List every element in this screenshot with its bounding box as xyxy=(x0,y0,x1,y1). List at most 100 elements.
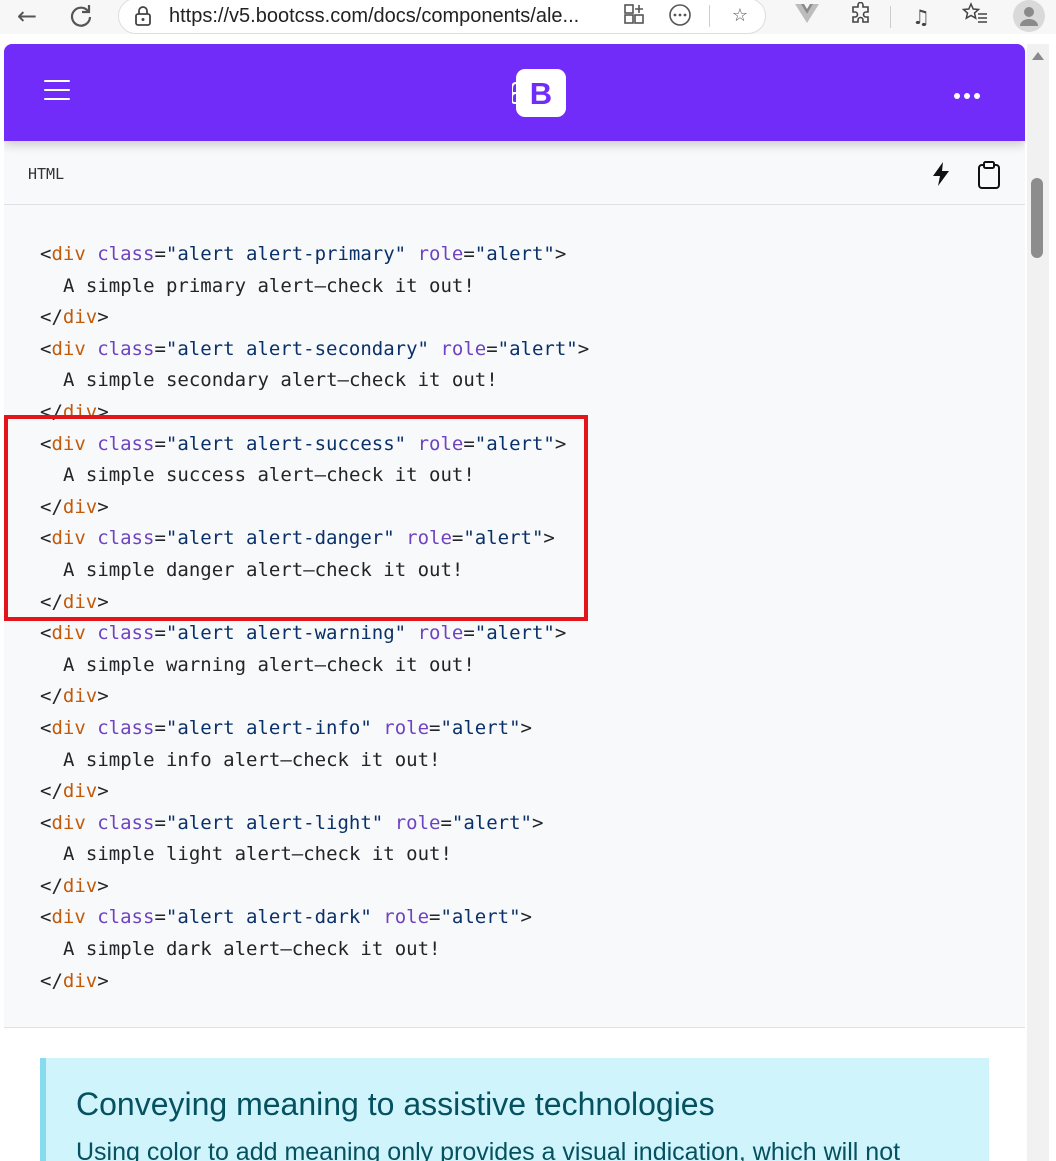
code-punctuation: </ xyxy=(40,685,63,708)
code-attribute-name: class xyxy=(97,337,155,360)
code-punctuation: > xyxy=(97,306,109,329)
copy-clipboard-icon[interactable] xyxy=(976,161,1002,189)
code-attribute-value: "alert alert-warning" xyxy=(165,622,407,645)
code-punctuation: = xyxy=(154,906,166,929)
code-punctuation: < xyxy=(40,811,52,834)
code-punctuation: = xyxy=(154,622,166,645)
code-punctuation: > xyxy=(97,874,109,897)
code-line: A simple primary alert—check it out! xyxy=(40,271,589,303)
code-attribute-name: role xyxy=(383,716,430,739)
code-attribute-name: role xyxy=(417,622,464,645)
reload-icon[interactable] xyxy=(66,2,96,30)
code-tag-name: div xyxy=(51,622,86,645)
code-attribute-name: role xyxy=(417,243,464,265)
code-text-content: A simple primary alert—check it out! xyxy=(63,274,475,297)
code-punctuation: = xyxy=(154,716,166,739)
callout-title: Conveying meaning to assistive technolog… xyxy=(76,1086,715,1122)
code-attribute-value: "alert" xyxy=(440,716,521,739)
code-tag-name: div xyxy=(62,780,98,803)
address-separator xyxy=(709,5,710,27)
back-arrow-icon[interactable]: ← xyxy=(12,2,42,30)
favorite-star-icon[interactable]: ☆ xyxy=(727,3,753,29)
code-attribute-value: "alert alert-secondary" xyxy=(165,337,429,360)
code-line: <div class="alert alert-primary" role="a… xyxy=(40,239,589,271)
code-attribute-name: class xyxy=(97,811,155,834)
code-text-content: A simple dark alert—check it out! xyxy=(63,938,441,961)
code-punctuation: < xyxy=(40,243,52,265)
extensions-puzzle-icon[interactable] xyxy=(846,1,876,32)
code-line: </div> xyxy=(40,776,589,808)
code-attribute-value: "alert alert-dark" xyxy=(165,906,372,929)
bootstrap-navbar: B xyxy=(4,44,1025,141)
code-punctuation: > xyxy=(97,780,109,803)
code-line: A simple dark alert—check it out! xyxy=(40,934,589,966)
code-punctuation: > xyxy=(577,337,590,360)
app-grid-icon[interactable] xyxy=(621,3,647,29)
code-line: A simple secondary alert—check it out! xyxy=(40,365,589,397)
code-punctuation: </ xyxy=(40,969,63,992)
code-attribute-name: class xyxy=(97,622,155,645)
code-attribute-value: "alert" xyxy=(451,811,532,834)
red-highlight-box xyxy=(4,415,588,621)
code-text-content: A simple secondary alert—check it out! xyxy=(63,369,498,392)
scroll-up-arrow-icon[interactable] xyxy=(1032,52,1044,60)
code-tag-name: div xyxy=(51,906,86,929)
code-text-content: A simple warning alert—check it out! xyxy=(63,653,475,676)
bootstrap-logo[interactable]: B xyxy=(511,69,570,117)
code-language-label: HTML xyxy=(28,165,65,183)
vertical-scrollbar[interactable] xyxy=(1027,44,1049,1161)
code-punctuation: < xyxy=(40,337,52,360)
code-tag-name: div xyxy=(51,716,86,739)
code-attribute-value: "alert alert-primary" xyxy=(165,243,407,265)
code-attribute-value: "alert" xyxy=(474,243,555,265)
code-tag-name: div xyxy=(51,337,86,360)
code-punctuation: = xyxy=(463,243,475,265)
code-punctuation: = xyxy=(154,243,166,265)
address-bar[interactable]: https://v5.bootcss.com/docs/components/a… xyxy=(118,0,766,34)
more-options-circle-icon[interactable] xyxy=(667,3,693,29)
vue-devtools-icon[interactable] xyxy=(792,2,822,32)
code-line: </div> xyxy=(40,966,589,998)
scroll-thumb[interactable] xyxy=(1031,178,1043,258)
profile-avatar-icon[interactable] xyxy=(1013,0,1045,32)
code-line: <div class="alert alert-info" role="aler… xyxy=(40,713,589,745)
code-attribute-value: "alert alert-light" xyxy=(165,811,384,834)
code-text-content: A simple info alert—check it out! xyxy=(63,748,441,771)
logo-letter: B xyxy=(530,76,552,111)
code-punctuation: </ xyxy=(40,306,63,329)
code-punctuation: > xyxy=(520,716,532,739)
edit-lightning-icon[interactable] xyxy=(928,161,954,187)
code-punctuation: = xyxy=(440,811,452,834)
code-punctuation: = xyxy=(154,811,166,834)
code-punctuation: > xyxy=(554,243,567,265)
code-punctuation: < xyxy=(40,906,52,929)
code-line: A simple warning alert—check it out! xyxy=(40,650,589,682)
code-attribute-name: class xyxy=(97,243,155,265)
code-attribute-name: role xyxy=(440,337,487,360)
favorites-list-icon[interactable] xyxy=(960,2,990,32)
lock-icon[interactable] xyxy=(133,5,153,26)
code-punctuation: </ xyxy=(40,874,63,897)
code-line: <div class="alert alert-secondary" role=… xyxy=(40,334,589,366)
code-attribute-value: "alert" xyxy=(474,622,555,645)
code-line: A simple light alert—check it out! xyxy=(40,839,589,871)
media-control-icon[interactable]: ♫ xyxy=(906,2,936,32)
code-punctuation: < xyxy=(40,622,52,645)
code-punctuation: < xyxy=(40,716,52,739)
code-punctuation: = xyxy=(486,337,498,360)
code-punctuation: > xyxy=(97,969,109,992)
code-tag-name: div xyxy=(62,874,98,897)
code-line: </div> xyxy=(40,681,589,713)
code-tag-name: div xyxy=(51,811,86,834)
code-block-header: HTML xyxy=(4,141,1025,205)
code-line: <div class="alert alert-light" role="ale… xyxy=(40,808,589,840)
code-attribute-name: role xyxy=(383,906,430,929)
url-text[interactable]: https://v5.bootcss.com/docs/components/a… xyxy=(169,5,579,28)
code-tag-name: div xyxy=(62,306,98,329)
toolbar-separator xyxy=(890,6,891,28)
menu-hamburger-icon[interactable] xyxy=(44,80,70,102)
page-viewport: B HTML <div class="alert alert-primary" … xyxy=(4,44,1025,1161)
callout-text: Using color to add meaning only provides… xyxy=(76,1138,901,1161)
code-tag-name: div xyxy=(62,685,98,708)
navbar-more-icon[interactable] xyxy=(954,86,988,99)
